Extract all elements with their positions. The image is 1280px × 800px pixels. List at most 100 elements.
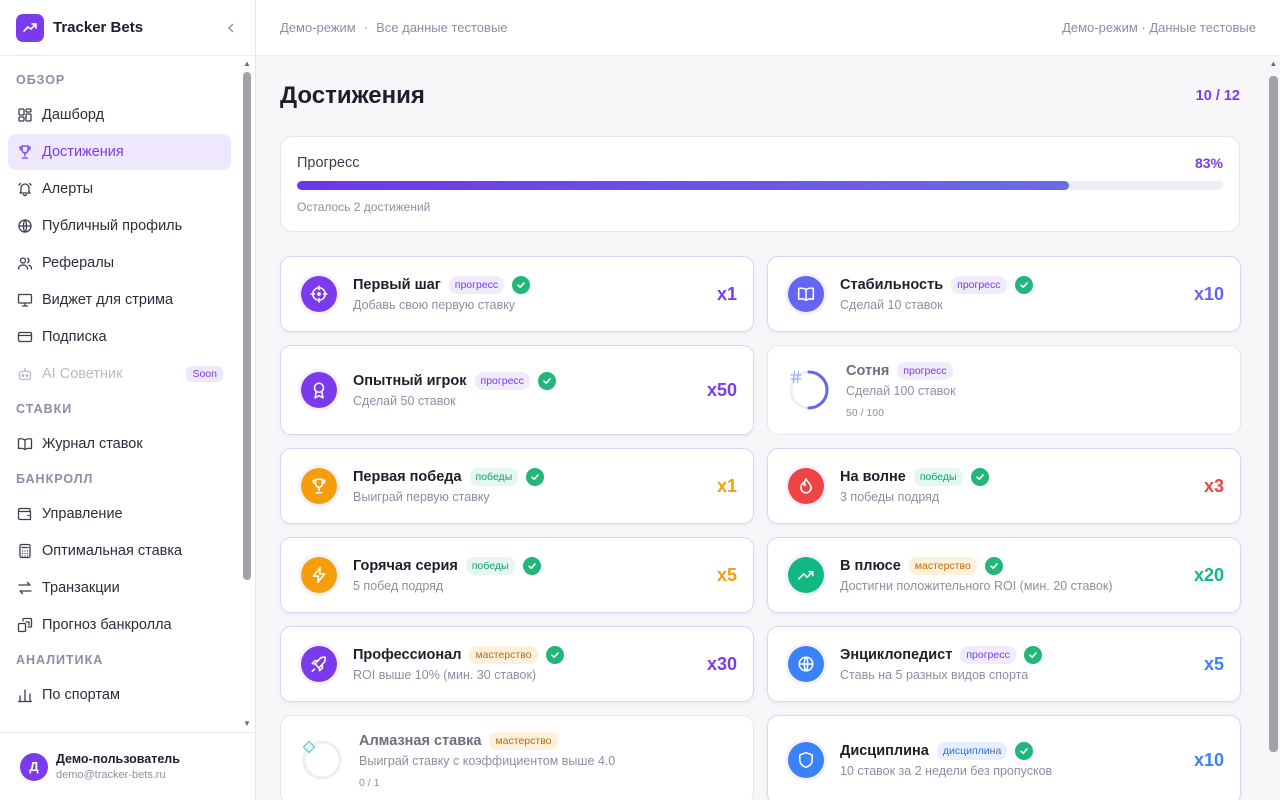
progress-bar [297,181,1223,190]
trend-up-icon [788,557,824,593]
achievement-category-badge: прогресс [897,361,953,380]
bot-icon [16,365,34,383]
achievement-name: Стабильность [840,277,944,293]
sidebar-section-title: БАНКРОЛЛ [16,472,94,486]
sidebar-item[interactable]: Прогноз банкролла [8,607,231,643]
scroll-up-icon[interactable]: ▲ [243,60,251,68]
achievement-multiplier: x5 [716,564,737,585]
achievement-card[interactable]: Опытный игрок прогресс Сделай 50 ставок x50 [280,345,754,435]
main-scroll-up-icon[interactable]: ▲ [1269,60,1278,68]
sidebar-item[interactable]: Управление [8,496,231,532]
trophy-icon [16,143,34,161]
achievement-card[interactable]: Горячая серия победы 5 побед подряд x5 [280,537,754,613]
sidebar-nav: ОБЗОР Дашборд Достижения Алерты Публичный пр… [0,56,239,732]
achievement-card[interactable]: Первый шаг прогресс Добавь свою первую ста… [280,256,754,332]
sidebar-item[interactable]: По спортам [8,677,231,713]
achievement-card[interactable]: Алмазная ставка мастерство Выиграй ставку … [280,715,754,800]
sidebar-item[interactable]: Оптимальная ставка [8,533,231,569]
sidebar-section-title: АНАЛИТИКА [16,653,104,667]
achievement-name: Первая победа [353,469,462,485]
achievement-card[interactable]: На волне победы 3 победы подряд x3 [767,448,1241,524]
achievement-card[interactable]: В плюсе мастерство Достигни положительного… [767,537,1241,613]
achievement-name: Алмазная ставка [359,732,482,749]
achievements-counter: 10 / 12 [1195,88,1240,104]
sidebar-item[interactable]: Подписка [8,319,231,355]
achievement-description: Выиграй ставку с коэффициентом выше 4.0 [359,753,616,768]
check-icon [537,372,556,390]
page-title: Достижения [280,82,425,109]
calculator-icon [16,542,34,560]
sidebar-item[interactable]: Транзакции [8,570,231,606]
sidebar-item[interactable]: Виджет для стрима [8,282,231,318]
achievement-category-badge: прогресс [448,276,505,294]
achievement-card[interactable]: Стабильность прогресс Сделай 10 ставок x10 [767,256,1241,332]
bar-chart-icon [16,686,34,704]
achievement-name: Энциклопедист [840,647,953,663]
check-icon [512,276,531,294]
achievement-name: Горячая серия [353,558,458,574]
achievement-multiplier: x20 [1193,564,1224,585]
achievement-description: Сделай 100 ставок [846,383,956,398]
achievement-card[interactable]: Профессионал мастерство ROI выше 10% (мин.… [280,626,754,702]
main-content: Достижения 10 / 12 Прогресс 83% Осталось… [256,56,1264,800]
achievement-card[interactable]: Первая победа победы Выиграй первую ставку… [280,448,754,524]
user-email: demo@tracker-bets.ru [56,769,166,781]
demo-mode-label: Демо-режим [280,20,356,35]
sidebar-scroll-thumb[interactable] [243,72,251,580]
avatar[interactable]: Д [20,752,48,781]
progress-label: Прогресс [297,155,360,171]
progress-percent: 83% [1194,155,1223,171]
main-scrollbar[interactable]: ▲ [1269,60,1278,800]
sidebar-item[interactable]: Публичный профиль [8,208,231,244]
check-icon [970,468,989,486]
main-scroll-thumb[interactable] [1269,76,1278,752]
achievement-category-badge: прогресс [960,646,1016,664]
sidebar: Tracker Bets ОБЗОР Дашборд Достижения Алерт… [0,0,256,800]
achievement-name: Сотня [846,362,890,379]
achievement-name: На волне [840,469,906,485]
users-icon [16,254,34,272]
achievement-multiplier: x10 [1193,749,1224,770]
sidebar-item-label: Дашборд [42,107,105,123]
sidebar-item-label: Журнал ставок [42,436,143,452]
sidebar-item[interactable]: Достижения [8,134,231,170]
sidebar-item-label: Алерты [42,181,94,197]
collapse-sidebar-icon[interactable] [223,20,239,36]
sidebar-item[interactable]: Журнал ставок [8,426,231,462]
achievement-description: 10 ставок за 2 недели без пропусков [840,764,1053,778]
progress-card: Прогресс 83% Осталось 2 достижений [280,136,1240,232]
sidebar-item[interactable]: Дашборд [8,97,231,133]
sidebar-scrollbar[interactable]: ▲ ▼ [243,60,251,728]
user-profile[interactable]: Д Демо-пользователь demo@tracker-bets.ru [0,732,255,800]
achievement-description: ROI выше 10% (мин. 30 ставок) [353,668,537,682]
wallet-icon [16,505,34,523]
achievement-description: Выиграй первую ставку [353,490,490,504]
sidebar-item-label: Транзакции [42,580,120,596]
check-icon [1014,276,1033,294]
check-icon [984,557,1003,575]
achievement-card[interactable]: Энциклопедист прогресс Ставь на 5 разных в… [767,626,1241,702]
medal-icon [301,372,337,408]
achievement-card[interactable]: Сотня прогресс Сделай 100 ставок 50 / 100 [767,345,1241,435]
sidebar-item-label: Подписка [42,329,107,345]
demo-status: Демо-режим · Данные тестовые [1062,20,1256,35]
sidebar-item[interactable]: Рефералы [8,245,231,281]
achievement-category-badge: дисциплина [936,742,1008,760]
achievement-description: Сделай 10 ставок [840,298,943,312]
achievement-name: В плюсе [840,558,901,574]
sidebar-item-label: Прогноз банкролла [42,617,172,633]
achievement-description: Достигни положительного ROI (мин. 20 ста… [840,579,1113,593]
scroll-down-icon[interactable]: ▼ [243,720,251,728]
achievement-multiplier: x1 [716,283,737,304]
sidebar-item[interactable]: Алерты [8,171,231,207]
monitor-icon [16,291,34,309]
flame-icon [788,468,824,504]
achievement-multiplier: x50 [706,379,737,400]
sidebar-item[interactable]: AI Советник Soon [8,356,231,392]
achievement-multiplier: x1 [716,475,737,496]
book-icon [788,276,824,312]
logo-trend-icon[interactable] [16,13,44,42]
achievement-card[interactable]: Дисциплина дисциплина 10 ставок за 2 недел… [767,715,1241,800]
bell-icon [16,180,34,198]
achievement-name: Первый шаг [353,277,441,293]
